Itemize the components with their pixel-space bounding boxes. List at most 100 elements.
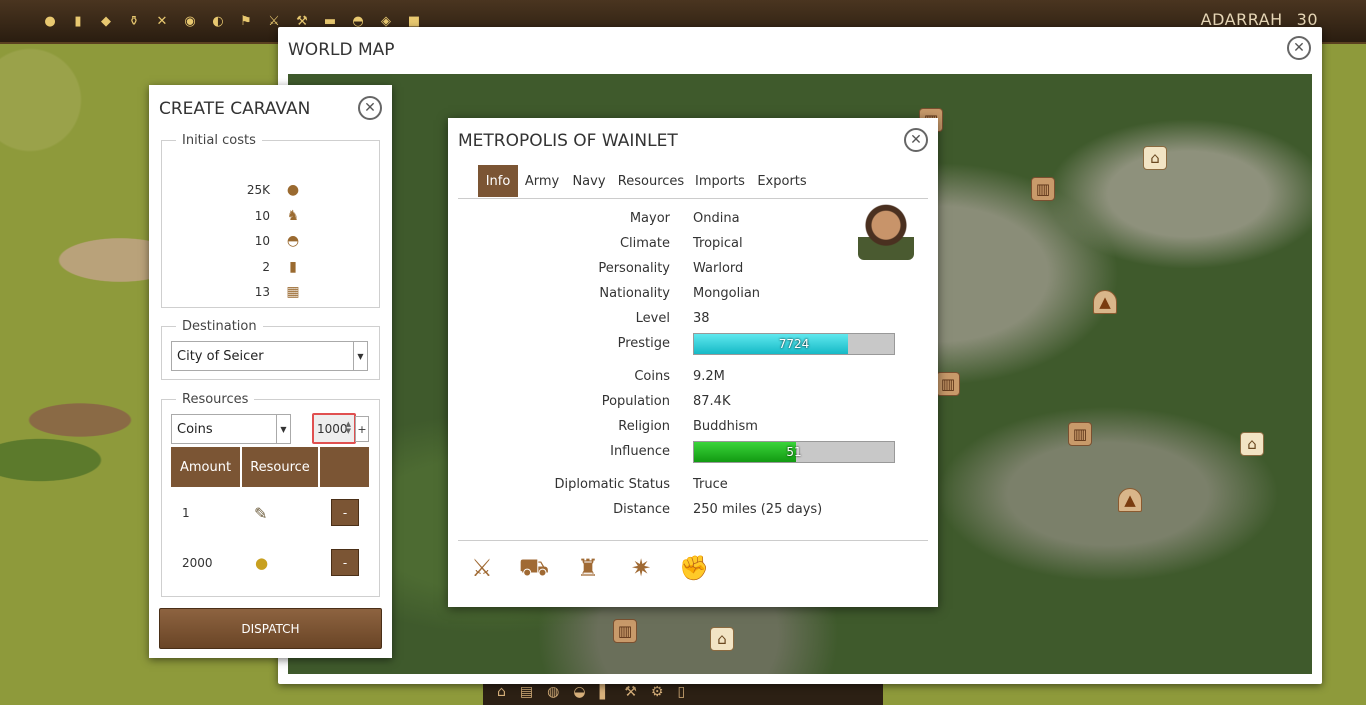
resource-select-value: Coins	[177, 421, 213, 437]
metropolis-title: METROPOLIS OF WAINLET	[458, 131, 678, 151]
destination-value: City of Seicer	[177, 348, 264, 364]
personality-label: Personality	[598, 261, 670, 276]
amount-input-value: 1000	[317, 421, 348, 436]
flag-icon[interactable]: ⚑	[237, 12, 255, 30]
cost-value: 25K	[246, 183, 270, 197]
influence-bar: 51	[693, 441, 895, 463]
camp-marker[interactable]: ▲	[1118, 488, 1142, 512]
cost-value: 10	[254, 234, 270, 248]
close-icon[interactable]: ✕	[1287, 36, 1311, 60]
wood-icon[interactable]: ▮	[69, 12, 87, 30]
action-divider	[458, 540, 928, 541]
magic-icon[interactable]: ✷	[623, 550, 659, 586]
alliance-icon[interactable]: ✊	[676, 550, 712, 586]
city-marker[interactable]: ▥	[1031, 177, 1055, 201]
donkey-icon: ♞	[286, 208, 300, 224]
chevron-down-icon[interactable]: ▼	[276, 415, 290, 443]
personality-value: Warlord	[693, 261, 744, 276]
city-marker[interactable]: ▥	[936, 372, 960, 396]
coins-icon[interactable]: ●	[41, 12, 59, 30]
religion-value: Buddhism	[693, 419, 758, 434]
remove-row-button[interactable]: -	[331, 549, 359, 576]
coins-icon: ●	[255, 554, 269, 572]
coins-label: Coins	[634, 369, 670, 384]
nationality-value: Mongolian	[693, 286, 761, 301]
tab-resources[interactable]: Resources	[616, 165, 686, 197]
close-icon[interactable]: ✕	[358, 96, 382, 120]
close-icon[interactable]: ✕	[904, 128, 928, 152]
population-value: 87.4K	[693, 394, 731, 409]
cauldron-icon[interactable]: ◍	[547, 684, 559, 703]
tools-icon[interactable]: ✕	[153, 12, 171, 30]
village-marker[interactable]: ⌂	[1240, 432, 1264, 456]
banner-icon[interactable]: ▌	[600, 684, 611, 703]
coins-value: 9.2M	[693, 369, 725, 384]
diplomatic-label: Diplomatic Status	[554, 477, 670, 492]
cost-value: 2	[262, 260, 270, 274]
attack-icon[interactable]: ⚔	[464, 550, 500, 586]
mayor-avatar	[858, 202, 914, 260]
bottle-icon: ✎	[254, 503, 268, 523]
fish-icon[interactable]: ◐	[209, 12, 227, 30]
diplomatic-value: Truce	[693, 477, 728, 492]
metropolis-window: METROPOLIS OF WAINLET ✕ Info Army Navy R…	[448, 118, 938, 607]
climate-value: Tropical	[693, 236, 743, 251]
coins-icon: ●	[286, 182, 300, 198]
cost-row: 10 ◓	[230, 231, 320, 251]
wagon-icon[interactable]: ⚙	[651, 684, 664, 703]
destination-legend: Destination	[182, 319, 257, 334]
camp-marker[interactable]: ▲	[1093, 290, 1117, 314]
create-caravan-window: CREATE CARAVAN ✕ Initial costs 25K ● 10 ♞ …	[149, 85, 392, 658]
stone-icon[interactable]: ◆	[97, 12, 115, 30]
cost-row: 2 ▮	[230, 257, 320, 277]
building-icon[interactable]: ⌂	[497, 684, 506, 703]
tab-army[interactable]: Army	[522, 165, 562, 197]
mayor-value: Ondina	[693, 211, 740, 226]
resource-select[interactable]: Coins ▼	[171, 414, 291, 444]
bottom-toolbar: ⌂ ▤ ◍ ◒ ▌ ⚒ ⚙ ▯	[483, 682, 883, 705]
initial-costs-group: Initial costs 25K ● 10 ♞ 10 ◓ 2 ▮ 13 ▦	[161, 133, 380, 308]
village-marker[interactable]: ⌂	[710, 627, 734, 651]
book-icon[interactable]: ▯	[677, 684, 685, 703]
tools-icon[interactable]: ⚒	[624, 684, 637, 703]
pottery-icon[interactable]: ⚱	[125, 12, 143, 30]
village-marker[interactable]: ⌂	[1143, 146, 1167, 170]
distance-value: 250 miles (25 days)	[693, 502, 823, 517]
caravan-title: CREATE CARAVAN	[159, 99, 311, 119]
meat-icon[interactable]: ◉	[181, 12, 199, 30]
scroll-icon[interactable]: ▤	[520, 684, 533, 703]
influence-value: 51	[786, 445, 802, 459]
cost-value: 13	[254, 285, 270, 299]
spinner-icon[interactable]: ▲ ▼	[346, 421, 351, 435]
crate-icon: ▦	[286, 284, 300, 300]
amount-input[interactable]: 1000 ▲ ▼	[312, 413, 356, 444]
market-icon[interactable]: ◒	[573, 684, 585, 703]
spy-icon[interactable]: ♜	[570, 550, 606, 586]
caravan-icon[interactable]: ⛟	[516, 550, 552, 586]
tab-imports[interactable]: Imports	[692, 165, 748, 197]
remove-row-button[interactable]: -	[331, 499, 359, 526]
population-label: Population	[601, 394, 670, 409]
city-marker[interactable]: ▥	[613, 619, 637, 643]
world-map-title: WORLD MAP	[288, 40, 395, 60]
climate-label: Climate	[619, 236, 670, 251]
tab-info[interactable]: Info	[478, 165, 518, 197]
tab-navy[interactable]: Navy	[569, 165, 609, 197]
mayor-label: Mayor	[629, 211, 670, 226]
chevron-down-icon[interactable]: ▼	[353, 342, 367, 370]
tab-exports[interactable]: Exports	[754, 165, 810, 197]
add-resource-button[interactable]: +	[355, 416, 369, 442]
row-amount: 2000	[182, 556, 213, 570]
city-marker[interactable]: ▥	[1068, 422, 1092, 446]
resources-legend: Resources	[182, 392, 249, 407]
religion-label: Religion	[618, 419, 670, 434]
level-label: Level	[635, 311, 670, 326]
initial-costs-legend: Initial costs	[182, 133, 256, 148]
nationality-label: Nationality	[599, 286, 670, 301]
amount-header: Amount	[171, 447, 242, 487]
dispatch-button[interactable]: DISPATCH	[159, 608, 382, 649]
cost-value: 10	[254, 209, 270, 223]
destination-select[interactable]: City of Seicer ▼	[171, 341, 368, 371]
action-header	[320, 447, 369, 487]
prestige-bar: 7724	[693, 333, 895, 355]
